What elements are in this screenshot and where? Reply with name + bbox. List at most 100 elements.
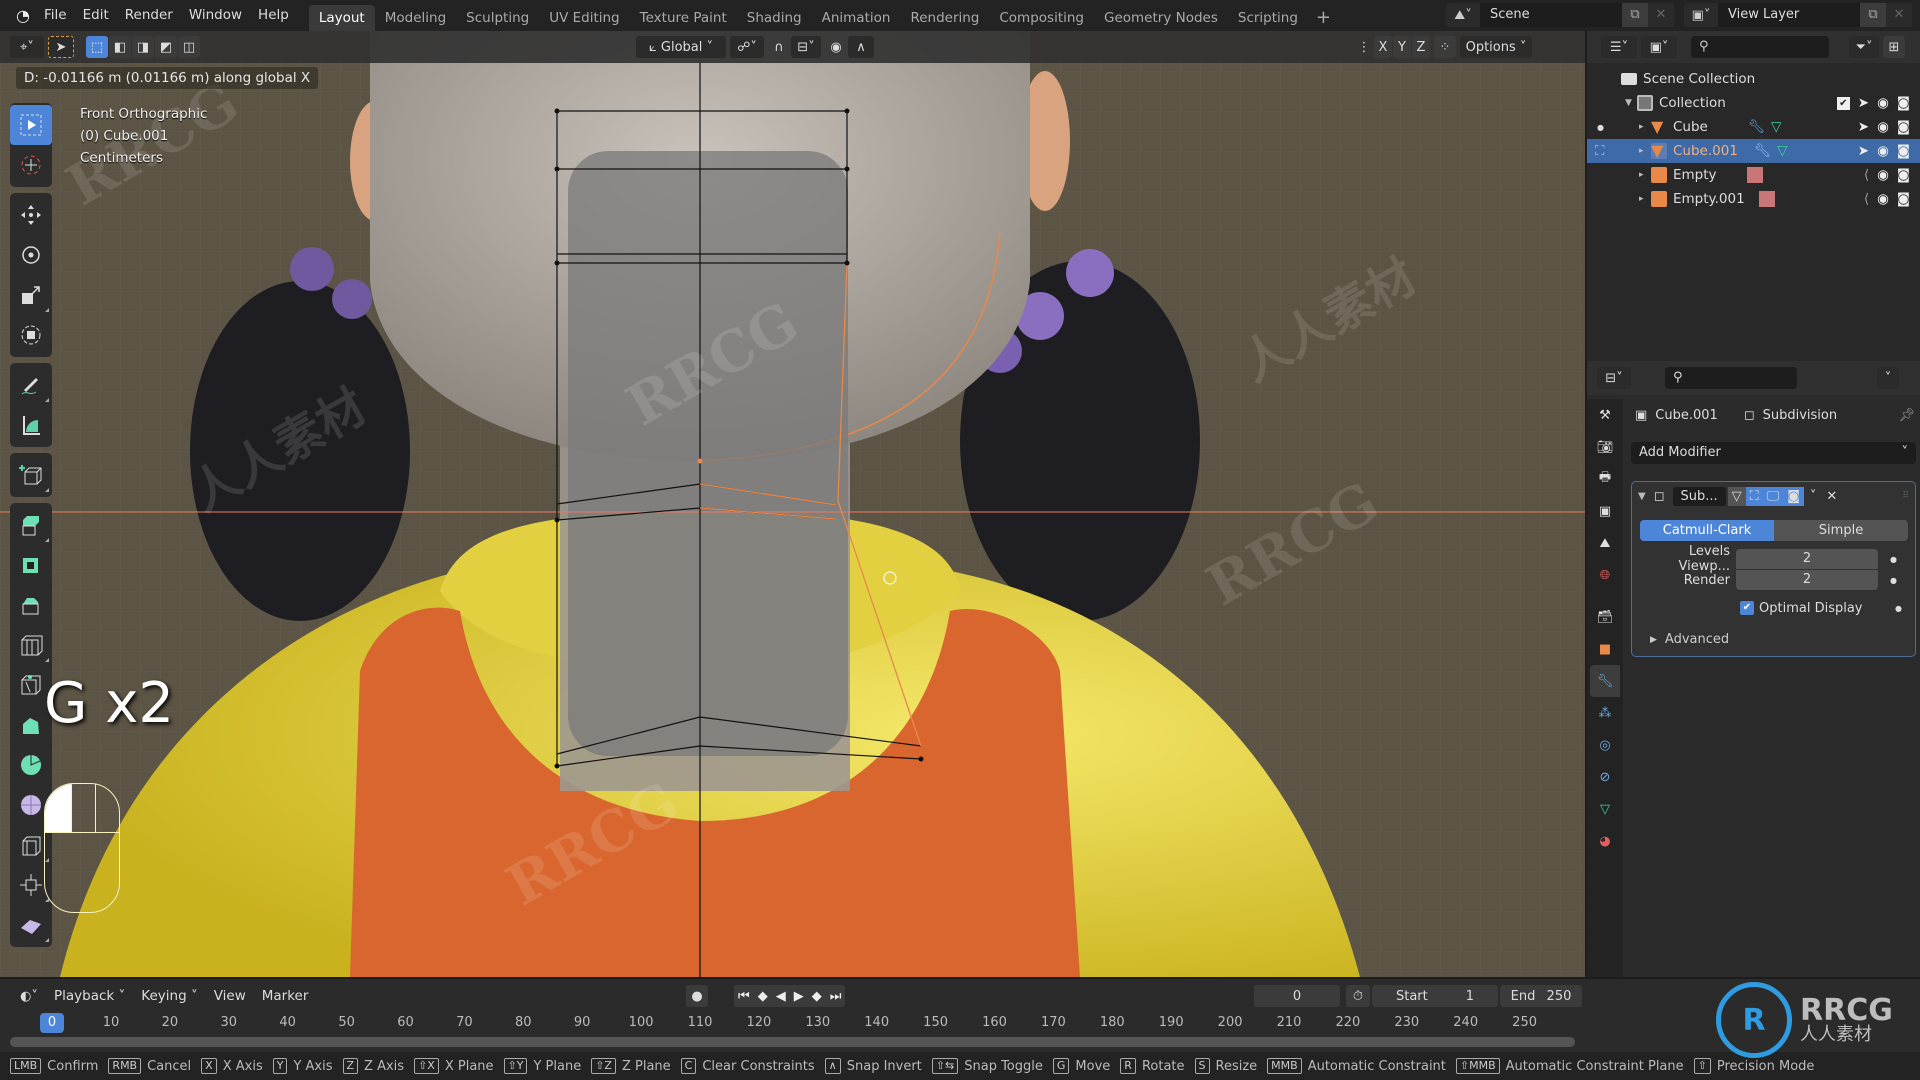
- tab-shading[interactable]: Shading: [737, 5, 812, 31]
- tab-collection[interactable]: 🗃︎: [1590, 601, 1620, 633]
- tool-move[interactable]: [10, 195, 52, 235]
- image-data-icon[interactable]: [1758, 191, 1775, 207]
- modifier-menu-icon[interactable]: ˅: [1810, 489, 1817, 504]
- playhead[interactable]: 0: [40, 1013, 64, 1033]
- modifier-wrench-icon[interactable]: 🔧︎: [1754, 143, 1771, 159]
- modifier-wrench-icon[interactable]: 🔧︎: [1748, 119, 1765, 135]
- visibility-eye-icon[interactable]: ◉: [1877, 143, 1889, 159]
- optimal-display-checkbox[interactable]: ✔: [1740, 601, 1754, 615]
- selectable-icon[interactable]: ➤: [1858, 143, 1869, 159]
- edit-mode-icon[interactable]: ⛶: [1595, 143, 1604, 159]
- visibility-eye-icon[interactable]: ◉: [1877, 167, 1889, 183]
- selectable-icon[interactable]: ➤: [1858, 119, 1869, 135]
- delete-modifier-icon[interactable]: ✕: [1826, 489, 1837, 504]
- view-layer-filter-icon[interactable]: ▣˅: [1641, 36, 1677, 58]
- snap-icon[interactable]: ∩: [768, 36, 790, 58]
- pivot-point-icon[interactable]: ☍˅: [730, 36, 764, 58]
- selectable-icon[interactable]: ⟨: [1864, 167, 1869, 183]
- tool-spin[interactable]: [10, 745, 52, 785]
- tool-inset-faces[interactable]: [10, 545, 52, 585]
- tab-material[interactable]: ◕: [1590, 825, 1620, 857]
- select-extend-icon[interactable]: ◧: [109, 36, 131, 58]
- visibility-eye-icon[interactable]: ◉: [1877, 95, 1889, 111]
- end-frame-field[interactable]: End 250: [1500, 985, 1582, 1007]
- delete-scene-button[interactable]: ✕: [1648, 3, 1674, 27]
- tool-bevel[interactable]: [10, 585, 52, 625]
- tool-extrude-region[interactable]: [10, 505, 52, 545]
- view-menu[interactable]: View: [206, 981, 254, 1012]
- keyframe-dot-icon[interactable]: ●: [1895, 604, 1902, 613]
- tab-constraints[interactable]: ⊘: [1590, 761, 1620, 793]
- editor-type-icon[interactable]: ⊟˅: [1597, 367, 1631, 389]
- new-view-layer-button[interactable]: ⧉: [1860, 3, 1886, 27]
- tool-rotate[interactable]: [10, 235, 52, 275]
- preview-range-icon[interactable]: ⏱: [1346, 985, 1370, 1007]
- outliner-item-empty-001[interactable]: ▸ Empty.001 ⟨ ◉ ◙: [1587, 187, 1920, 211]
- levels-viewport-field[interactable]: 2: [1736, 549, 1878, 569]
- menu-help[interactable]: Help: [250, 0, 297, 31]
- options-dropdown-icon[interactable]: ˅: [1877, 367, 1899, 389]
- play-reverse-icon[interactable]: ◀: [776, 989, 786, 1004]
- select-subtract-icon[interactable]: ◨: [132, 36, 154, 58]
- keying-menu[interactable]: Keying ˅: [133, 981, 205, 1012]
- start-frame-field[interactable]: Start 1: [1372, 985, 1498, 1007]
- mesh-data-icon[interactable]: ▽: [1777, 143, 1787, 159]
- select-mode-icon[interactable]: ➤: [48, 36, 74, 58]
- outliner-scene-collection[interactable]: Scene Collection: [1587, 67, 1920, 91]
- tab-rendering[interactable]: Rendering: [900, 5, 989, 31]
- tool-add-cube[interactable]: [10, 455, 52, 495]
- transform-orientation-dropdown[interactable]: ⟀ Global ˅: [636, 36, 726, 58]
- current-frame-field[interactable]: 0: [1254, 985, 1340, 1007]
- keyframe-dot-icon[interactable]: ●: [1890, 555, 1897, 564]
- tab-compositing[interactable]: Compositing: [989, 5, 1094, 31]
- render-levels-field[interactable]: 2: [1736, 570, 1878, 590]
- outliner-collection[interactable]: ▼ Collection ✔ ➤ ◉ ◙: [1587, 91, 1920, 115]
- keyframe-dot-icon[interactable]: ●: [1890, 576, 1897, 585]
- render-camera-icon[interactable]: ◙: [1897, 167, 1910, 183]
- prev-keyframe-icon[interactable]: ◆: [758, 989, 768, 1004]
- outliner-item-cube-001[interactable]: ⛶ ▸ ▼ Cube.001 🔧︎ ▽ ➤ ◉ ◙: [1587, 139, 1920, 163]
- selectable-icon[interactable]: ⟨: [1864, 191, 1869, 207]
- menu-window[interactable]: Window: [181, 0, 250, 31]
- pin-icon[interactable]: 📌︎: [1898, 408, 1915, 423]
- add-modifier-dropdown[interactable]: Add Modifier ˅: [1631, 442, 1916, 464]
- outliner-item-empty[interactable]: ▸ Empty ⟨ ◉ ◙: [1587, 163, 1920, 187]
- tab-world[interactable]: 🌐︎: [1590, 559, 1620, 591]
- snap-target-icon[interactable]: ⊟˅: [791, 36, 821, 58]
- tab-physics[interactable]: ◎: [1590, 729, 1620, 761]
- simple-button[interactable]: Simple: [1774, 520, 1908, 541]
- drag-handle-icon[interactable]: ⠿: [1902, 491, 1909, 501]
- tab-modeling[interactable]: Modeling: [375, 5, 456, 31]
- menu-edit[interactable]: Edit: [75, 0, 117, 31]
- render-camera-icon[interactable]: ◙: [1897, 143, 1910, 159]
- render-camera-icon[interactable]: ◙: [1897, 119, 1910, 135]
- tab-view-layer[interactable]: ▣: [1590, 495, 1620, 527]
- outliner-search-input[interactable]: ⚲: [1691, 36, 1829, 58]
- tab-data[interactable]: ▽: [1590, 793, 1620, 825]
- select-invert-icon[interactable]: ◩: [155, 36, 177, 58]
- scene-icon[interactable]: ⛰˅: [1446, 8, 1480, 23]
- tab-scene[interactable]: ⛰: [1590, 527, 1620, 559]
- tab-render[interactable]: 📷︎: [1590, 431, 1620, 463]
- tool-cursor[interactable]: [10, 145, 52, 185]
- mesh-data-icon[interactable]: ▽: [1771, 119, 1781, 135]
- tab-texture-paint[interactable]: Texture Paint: [630, 5, 737, 31]
- expand-icon[interactable]: ▸: [1639, 146, 1651, 156]
- options-dropdown[interactable]: Options ˅: [1460, 36, 1532, 58]
- visibility-eye-icon[interactable]: ◉: [1877, 191, 1889, 207]
- advanced-subpanel[interactable]: ▶ Advanced: [1650, 632, 1729, 647]
- scene-name-field[interactable]: Scene: [1480, 3, 1622, 27]
- record-button[interactable]: ●: [686, 985, 708, 1007]
- tool-shear[interactable]: [10, 905, 52, 945]
- viewport-display-toggle-icon[interactable]: 🖵︎: [1762, 486, 1784, 506]
- filter-icon[interactable]: ⏷˅: [1849, 36, 1879, 58]
- tab-animation[interactable]: Animation: [812, 5, 901, 31]
- tab-layout[interactable]: Layout: [308, 5, 375, 31]
- expand-icon[interactable]: ▸: [1639, 194, 1651, 204]
- mirror-icon[interactable]: ⋮: [1354, 36, 1374, 58]
- new-collection-icon[interactable]: ⊞: [1883, 36, 1905, 58]
- tab-uv-editing[interactable]: UV Editing: [539, 5, 629, 31]
- on-cage-toggle-icon[interactable]: ⛶: [1745, 486, 1763, 506]
- add-workspace-button[interactable]: +: [1308, 5, 1339, 31]
- delete-view-layer-button[interactable]: ✕: [1886, 3, 1912, 27]
